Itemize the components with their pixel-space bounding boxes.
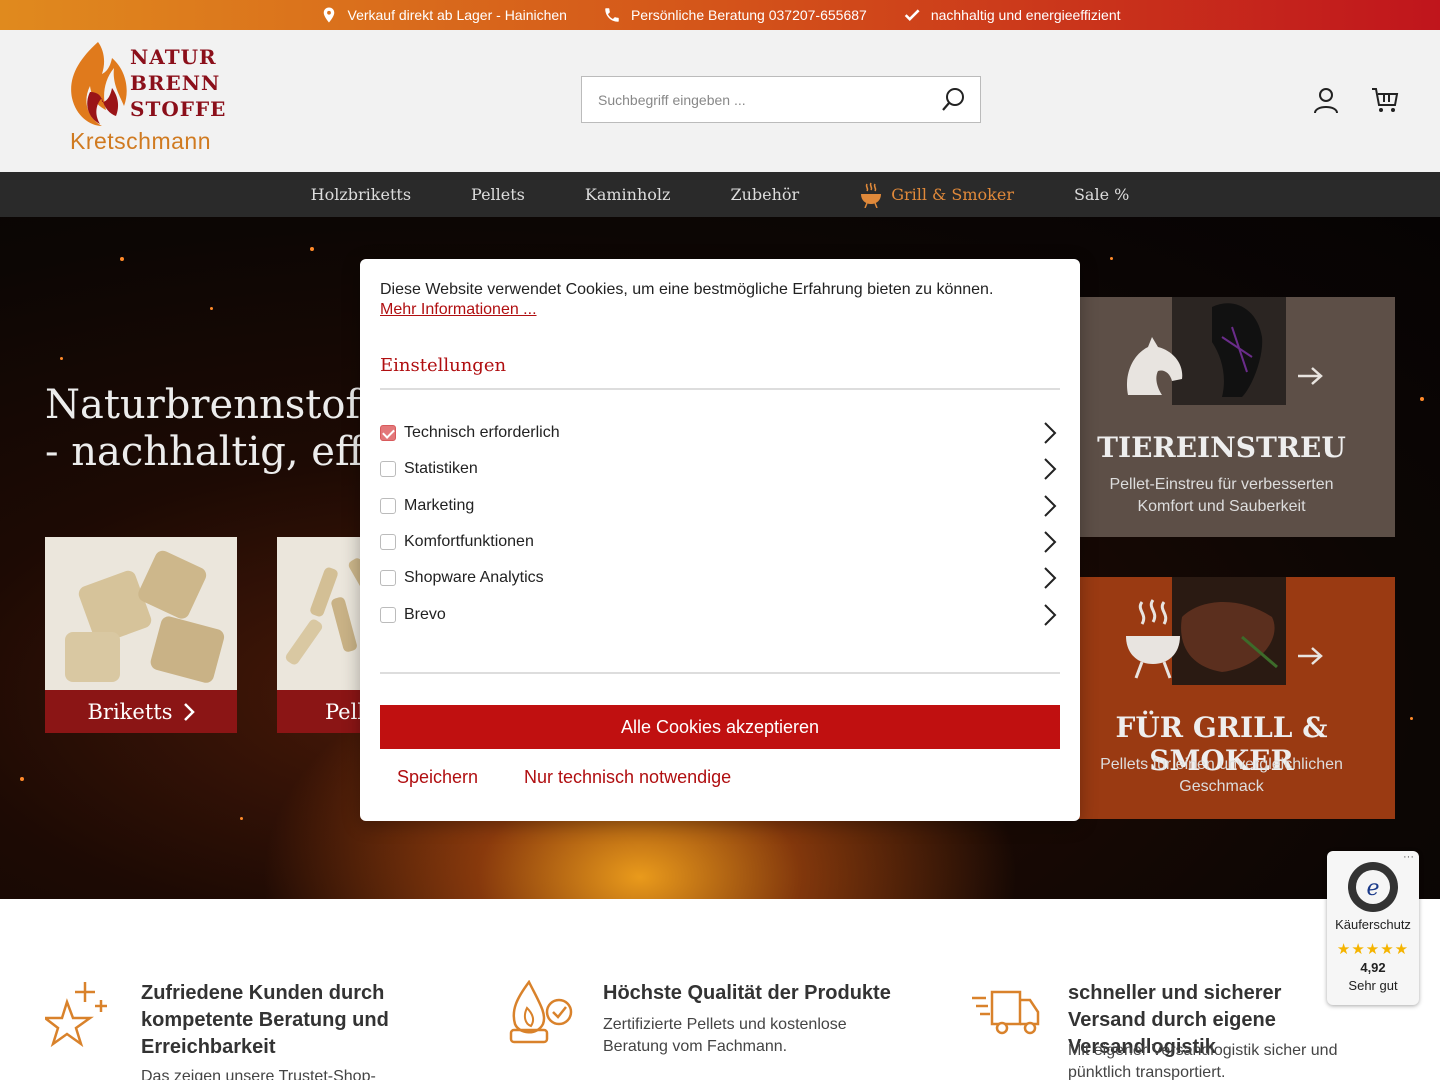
checkbox-marketing[interactable] — [380, 498, 396, 514]
checkbox-shopware-analytics[interactable] — [380, 570, 396, 586]
checkbox-technical[interactable] — [380, 425, 396, 441]
cookie-option-statistics[interactable]: Statistiken — [380, 455, 1060, 483]
only-technical-button[interactable]: Nur technisch notwendige — [524, 767, 731, 788]
settings-heading: Einstellungen — [380, 355, 507, 376]
checkbox-brevo[interactable] — [380, 607, 396, 623]
accept-all-cookies-button[interactable]: Alle Cookies akzeptieren — [380, 705, 1060, 749]
more-info-link[interactable]: Mehr Informationen ... — [380, 301, 537, 319]
checkbox-comfort[interactable] — [380, 534, 396, 550]
divider — [380, 388, 1060, 390]
cookie-overlay: Diese Website verwendet Cookies, um eine… — [0, 0, 1440, 1080]
checkbox-statistics[interactable] — [380, 461, 396, 477]
option-label: Brevo — [404, 606, 446, 623]
cookie-intro-text: Diese Website verwendet Cookies, um eine… — [380, 281, 994, 298]
cookie-option-brevo[interactable]: Brevo — [380, 601, 1060, 629]
cookie-option-shopware-analytics[interactable]: Shopware Analytics — [380, 564, 1060, 592]
option-label: Shopware Analytics — [404, 569, 544, 586]
chevron-right-icon[interactable] — [1042, 457, 1058, 481]
option-label: Technisch erforderlich — [404, 424, 560, 441]
option-label: Statistiken — [404, 460, 478, 477]
cookie-option-technical[interactable]: Technisch erforderlich — [380, 419, 1060, 447]
chevron-right-icon[interactable] — [1042, 421, 1058, 445]
option-label: Marketing — [404, 497, 475, 514]
chevron-right-icon[interactable] — [1042, 566, 1058, 590]
option-label: Komfortfunktionen — [404, 533, 534, 550]
cookie-option-comfort[interactable]: Komfortfunktionen — [380, 528, 1060, 556]
save-settings-button[interactable]: Speichern — [397, 767, 478, 788]
chevron-right-icon[interactable] — [1042, 603, 1058, 627]
chevron-right-icon[interactable] — [1042, 494, 1058, 518]
cookie-option-marketing[interactable]: Marketing — [380, 492, 1060, 520]
cookie-consent-dialog: Diese Website verwendet Cookies, um eine… — [360, 259, 1080, 821]
divider — [380, 672, 1060, 674]
chevron-right-icon[interactable] — [1042, 530, 1058, 554]
